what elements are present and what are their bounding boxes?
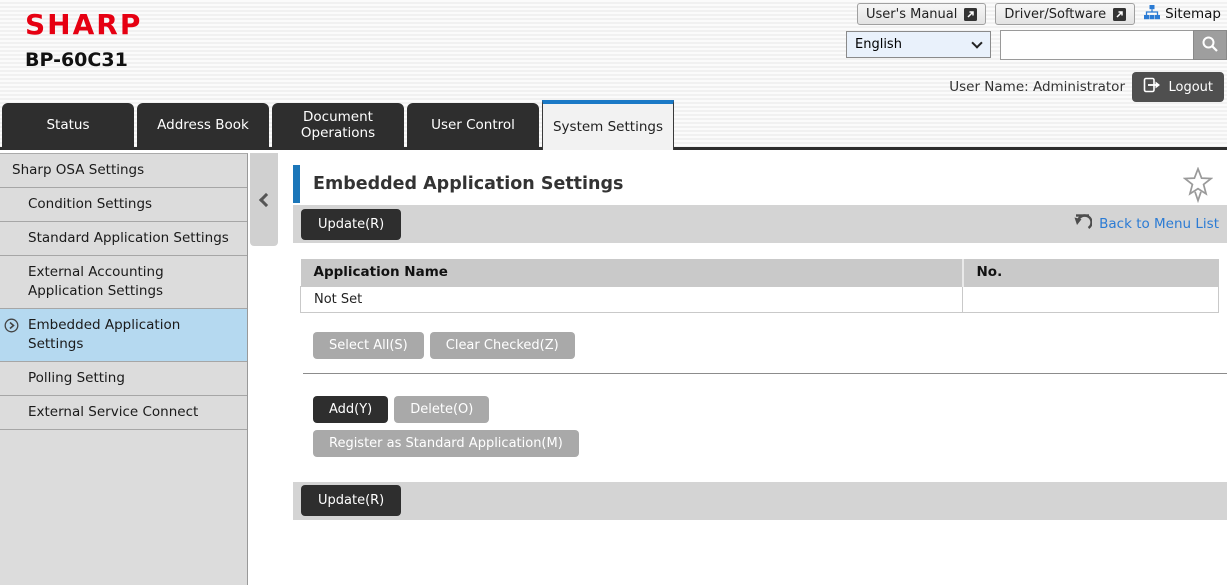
back-to-menu-label: Back to Menu List (1099, 216, 1219, 232)
clear-checked-button[interactable]: Clear Checked(Z) (430, 332, 575, 359)
sitemap-link[interactable]: Sitemap (1144, 5, 1221, 24)
title-accent-bar (293, 165, 300, 203)
sidebar-collapse-button[interactable] (250, 153, 278, 246)
favorite-star-icon[interactable] (1183, 167, 1213, 207)
sidebar-item-external-service-connect[interactable]: External Service Connect (0, 396, 247, 430)
add-button[interactable]: Add(Y) (313, 396, 388, 423)
page-title: Embedded Application Settings (313, 174, 623, 194)
users-manual-label: User's Manual (866, 7, 957, 22)
select-all-button[interactable]: Select All(S) (313, 332, 424, 359)
sidebar-item-embedded-application-settings[interactable]: Embedded Application Settings (0, 309, 247, 362)
title-row: Embedded Application Settings (293, 163, 1227, 205)
search-icon (1201, 35, 1219, 56)
driver-software-label: Driver/Software (1004, 7, 1106, 22)
register-button-row: Register as Standard Application(M) (313, 430, 1227, 457)
tab-system-settings[interactable]: System Settings (542, 100, 674, 150)
logout-icon (1143, 77, 1161, 97)
sidebar: Sharp OSA Settings Condition Settings St… (0, 153, 248, 585)
sitemap-label: Sitemap (1165, 6, 1221, 22)
logout-label: Logout (1168, 80, 1213, 95)
chevron-left-icon (259, 192, 273, 206)
language-select-wrap: English (846, 31, 991, 58)
logout-button[interactable]: Logout (1132, 72, 1224, 102)
bottom-toolbar: Update(R) (293, 482, 1227, 520)
tab-status[interactable]: Status (2, 103, 134, 147)
sidebar-item-standard-application-settings[interactable]: Standard Application Settings (0, 222, 247, 256)
application-table: Application Name No. Not Set (300, 259, 1219, 313)
user-name-label: User Name: Administrator (949, 79, 1125, 95)
update-button-bottom[interactable]: Update(R) (301, 485, 401, 516)
table-row[interactable]: Not Set (301, 286, 1219, 312)
tab-document-operations[interactable]: Document Operations (272, 103, 404, 147)
search-area (1000, 30, 1227, 60)
column-header-application-name: Application Name (301, 259, 963, 286)
application-table-wrap: Application Name No. Not Set (300, 259, 1219, 313)
sharp-logo[interactable]: SHARP (25, 8, 142, 41)
cell-application-name: Not Set (301, 286, 963, 312)
table-header-row: Application Name No. (301, 259, 1219, 286)
main-content: Embedded Application Settings Update(R) … (293, 150, 1227, 585)
back-arrow-icon (1072, 213, 1092, 235)
add-buttons-row: Add(Y) Delete(O) (313, 396, 1227, 423)
external-link-icon (964, 8, 977, 21)
language-select[interactable]: English (846, 31, 991, 58)
main-tab-bar: Status Address Book Document Operations … (0, 103, 1227, 150)
top-toolbar: Update(R) Back to Menu List (293, 205, 1227, 243)
page-header: SHARP BP-60C31 User's Manual Driver/Soft… (0, 0, 1227, 150)
model-name: BP-60C31 (25, 49, 128, 71)
cell-no (963, 286, 1219, 312)
page-body: Sharp OSA Settings Condition Settings St… (0, 150, 1227, 585)
sitemap-icon (1144, 5, 1160, 24)
sidebar-item-polling-setting[interactable]: Polling Setting (0, 362, 247, 396)
column-header-no: No. (963, 259, 1219, 286)
selection-buttons-row: Select All(S) Clear Checked(Z) (313, 332, 1227, 359)
users-manual-button[interactable]: User's Manual (857, 3, 986, 25)
register-standard-application-button[interactable]: Register as Standard Application(M) (313, 430, 579, 457)
sidebar-item-external-accounting-application-settings[interactable]: External Accounting Application Settings (0, 256, 247, 309)
tab-address-book[interactable]: Address Book (137, 103, 269, 147)
delete-button[interactable]: Delete(O) (394, 396, 489, 423)
sidebar-item-label: Embedded Application Settings (28, 317, 180, 352)
sidebar-item-sharp-osa-settings[interactable]: Sharp OSA Settings (0, 154, 247, 188)
external-link-icon (1113, 8, 1126, 21)
search-button[interactable] (1193, 30, 1227, 60)
top-links: User's Manual Driver/Software Sitemap (857, 3, 1221, 25)
section-divider (303, 373, 1227, 374)
tab-user-control[interactable]: User Control (407, 103, 539, 147)
sidebar-item-condition-settings[interactable]: Condition Settings (0, 188, 247, 222)
driver-software-button[interactable]: Driver/Software (995, 3, 1135, 25)
selected-arrow-icon (4, 318, 19, 333)
search-input[interactable] (1000, 30, 1193, 60)
update-button-top[interactable]: Update(R) (301, 209, 401, 240)
back-to-menu-link[interactable]: Back to Menu List (1072, 213, 1219, 235)
